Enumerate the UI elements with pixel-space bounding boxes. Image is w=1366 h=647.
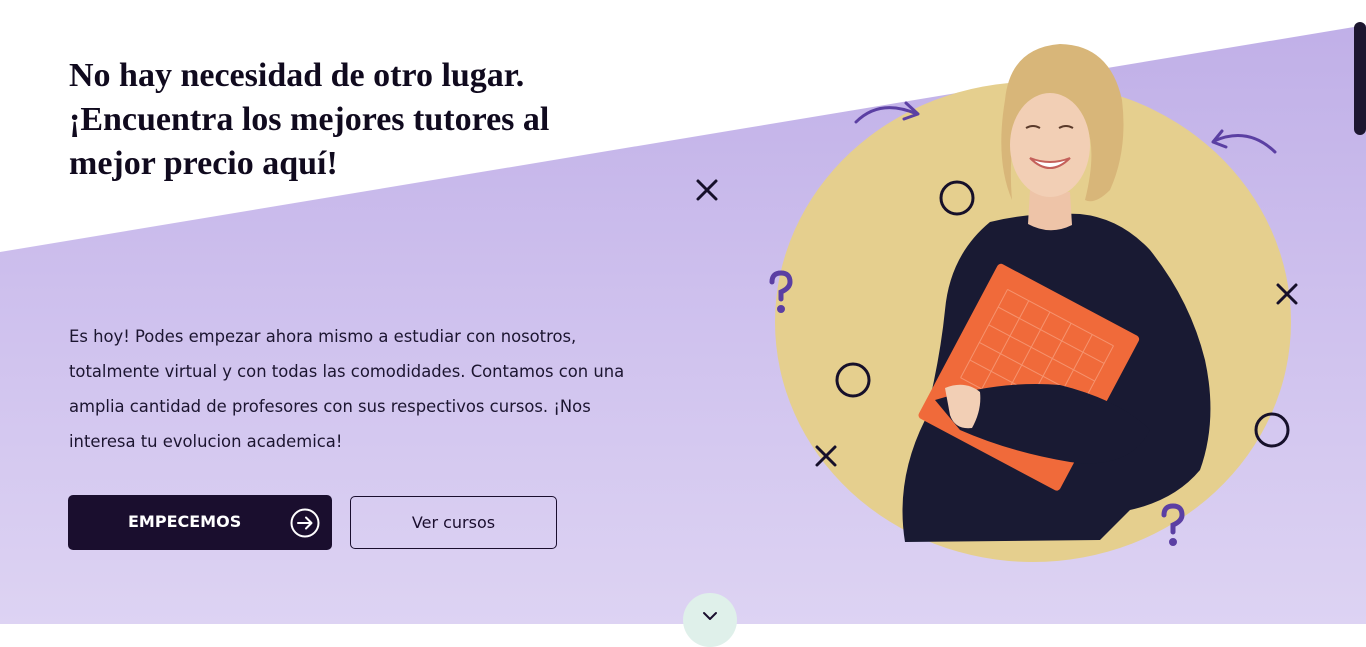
x-mark-icon bbox=[696, 179, 718, 201]
hero-illustration bbox=[696, 44, 1298, 562]
curved-arrow-icon bbox=[1211, 129, 1277, 154]
